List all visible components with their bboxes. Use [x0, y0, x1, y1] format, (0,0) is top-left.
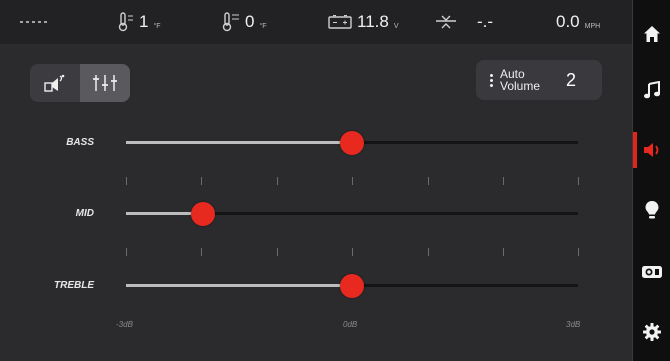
- temp2-unit: °F: [259, 22, 267, 30]
- tick-mark: [126, 177, 127, 185]
- temp1-value: 1: [139, 12, 149, 31]
- sidebar-item-settings[interactable]: [633, 312, 670, 352]
- volume-icon: [644, 143, 659, 157]
- treble-label: TREBLE: [54, 280, 94, 291]
- light-icon: [645, 201, 659, 219]
- signal-dash-icon: [20, 21, 48, 23]
- tick-mark: [503, 248, 504, 256]
- fuel-value: -.-: [477, 12, 494, 31]
- temp1-status: 1 °F: [118, 0, 161, 44]
- treble-slider-knob[interactable]: [340, 273, 364, 298]
- scale-max-label: 3dB: [566, 320, 581, 329]
- sidebar-item-camera[interactable]: [633, 252, 670, 292]
- tick-mark: [126, 248, 127, 256]
- temp1-unit: °F: [153, 22, 161, 30]
- bass-label: BASS: [66, 137, 94, 148]
- tone-settings-panel: Auto Volume 2 BASS MID TREBLE -3dB 0dB 3…: [0, 44, 632, 361]
- speed-status: 0.0 MPH: [556, 0, 600, 44]
- tick-mark: [578, 248, 579, 256]
- tick-mark: [428, 177, 429, 185]
- status-bar: 1 °F 0 °F 11.8 V -.- 0.0 MPH: [0, 0, 632, 44]
- temp2-value: 0: [245, 12, 255, 31]
- fuel-flow-icon: [436, 15, 456, 29]
- mid-label: MID: [75, 208, 94, 219]
- scale-min-label: -3dB: [116, 320, 133, 329]
- thermometer-icon: [118, 12, 133, 32]
- temp2-status: 0 °F: [222, 0, 267, 44]
- mid-slider-knob[interactable]: [190, 201, 215, 226]
- menu-dots-icon: [490, 73, 493, 87]
- tick-mark: [201, 248, 202, 256]
- fuel-status: -.-: [436, 0, 493, 44]
- auto-volume-value: 2: [566, 69, 577, 90]
- tick-mark: [201, 177, 202, 185]
- tick-mark: [428, 248, 429, 256]
- signal-status: [20, 0, 48, 44]
- music-icon: [644, 81, 660, 99]
- sidebar-item-sound[interactable]: [633, 130, 670, 170]
- battery-status: 11.8 V: [328, 0, 399, 44]
- mode-segment-control: [30, 64, 130, 102]
- scale-mid-label: 0dB: [343, 320, 358, 329]
- thermometer-snow-icon: [222, 12, 239, 32]
- speed-unit: MPH: [584, 22, 601, 30]
- sidebar: [632, 0, 670, 361]
- equalizer-icon: [93, 75, 117, 91]
- tick-mark: [277, 177, 278, 185]
- sidebar-item-home[interactable]: [633, 14, 670, 54]
- tick-mark: [503, 177, 504, 185]
- battery-unit: V: [393, 22, 399, 30]
- speaker-balance-icon: [44, 74, 65, 92]
- speed-value: 0.0: [556, 12, 580, 31]
- tick-mark: [352, 248, 353, 256]
- tick-mark: [352, 177, 353, 185]
- auto-volume-label-line2: Volume: [500, 79, 541, 93]
- bass-slider-fill: [126, 141, 352, 144]
- battery-value: 11.8: [357, 12, 389, 31]
- settings-icon: [643, 323, 661, 341]
- speaker-balance-tab[interactable]: [30, 64, 80, 102]
- treble-slider-fill: [126, 284, 352, 287]
- tick-mark: [578, 177, 579, 185]
- battery-icon: [328, 15, 352, 29]
- equalizer-tab[interactable]: [80, 64, 130, 102]
- home-icon: [644, 26, 660, 42]
- auto-volume-button[interactable]: Auto Volume 2: [476, 60, 602, 100]
- bass-slider-knob[interactable]: [340, 130, 364, 155]
- tick-mark: [277, 248, 278, 256]
- auto-volume-label: Auto Volume: [500, 68, 552, 92]
- sidebar-item-light[interactable]: [633, 190, 670, 230]
- sidebar-item-music[interactable]: [633, 70, 670, 110]
- camera-icon: [642, 266, 662, 278]
